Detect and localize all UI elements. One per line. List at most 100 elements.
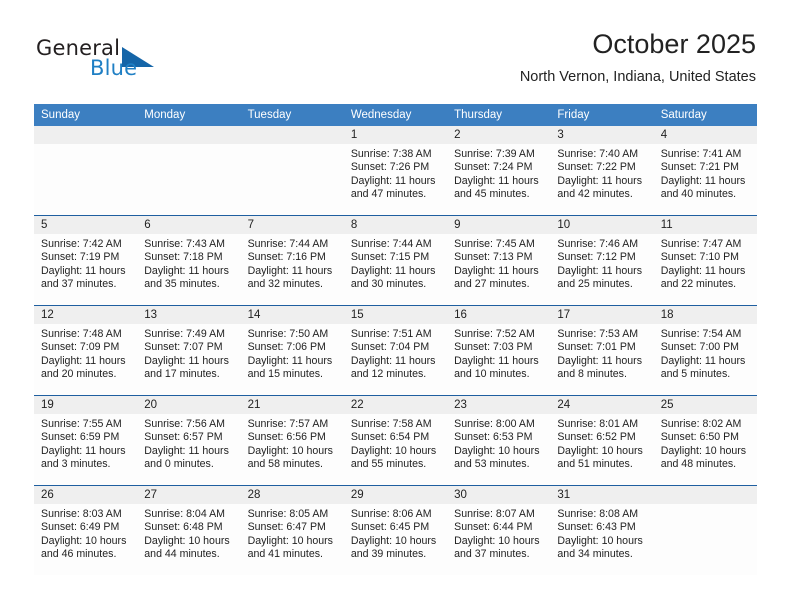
brand-logo[interactable]: General Blue (36, 36, 256, 88)
calendar-day-cell[interactable]: 21 Sunrise: 7:57 AM Sunset: 6:56 PM Dayligh… (240, 395, 344, 486)
calendar-day-cell[interactable]: 13 Sunrise: 7:49 AM Sunset: 7:07 PM Dayligh… (137, 305, 241, 396)
calendar-day-cell[interactable]: 10 Sunrise: 7:46 AM Sunset: 7:12 PM Dayligh… (550, 215, 654, 306)
page-subtitle: North Vernon, Indiana, United States (519, 69, 756, 85)
day-number: 28 (240, 486, 344, 504)
calendar-day-cell[interactable]: 20 Sunrise: 7:56 AM Sunset: 6:57 PM Dayligh… (137, 395, 241, 486)
daylight-duration-line1: Daylight: 10 hours (557, 444, 643, 457)
calendar-day-cell[interactable]: 22 Sunrise: 7:58 AM Sunset: 6:54 PM Dayligh… (343, 395, 448, 486)
day-number: 12 (34, 306, 138, 324)
sunrise-time: Sunrise: 7:38 AM (350, 148, 432, 160)
day-number: 26 (34, 486, 138, 504)
day-sun-info: Sunrise: 8:06 AM Sunset: 6:45 PM Daylight:… (344, 504, 447, 562)
sunrise-time: Sunrise: 7:47 AM (660, 238, 742, 250)
daylight-duration-line1: Daylight: 10 hours (247, 534, 333, 547)
calendar-day-cell[interactable]: 24 Sunrise: 8:01 AM Sunset: 6:52 PM Dayligh… (550, 395, 654, 486)
day-sun-info: Sunrise: 7:54 AM Sunset: 7:00 PM Daylight:… (654, 324, 757, 382)
daylight-duration-line2: and 34 minutes. (557, 548, 633, 561)
weekday-header-friday: Friday (550, 104, 654, 126)
calendar-day-cell[interactable]: 14 Sunrise: 7:50 AM Sunset: 7:06 PM Dayligh… (240, 305, 344, 396)
sunrise-time: Sunrise: 7:41 AM (660, 148, 742, 160)
sunrise-time: Sunrise: 8:06 AM (350, 508, 432, 520)
calendar-day-cell[interactable]: 23 Sunrise: 8:00 AM Sunset: 6:53 PM Dayligh… (447, 395, 551, 486)
calendar-day-cell[interactable]: 9 Sunrise: 7:45 AM Sunset: 7:13 PM Daylight… (447, 215, 551, 306)
calendar-table: Sunday Monday Tuesday Wednesday Thursday… (34, 104, 757, 575)
daylight-duration-line1: Daylight: 11 hours (454, 174, 539, 187)
calendar-day-cell[interactable]: 25 Sunrise: 8:02 AM Sunset: 6:50 PM Dayligh… (653, 395, 757, 486)
sunset-time: Sunset: 6:56 PM (247, 431, 326, 444)
day-cell-content: 9 Sunrise: 7:45 AM Sunset: 7:13 PM Daylight… (447, 216, 551, 305)
calendar-day-cell[interactable]: 5 Sunrise: 7:42 AM Sunset: 7:19 PM Daylight… (34, 215, 138, 306)
calendar-day-cell[interactable]: 15 Sunrise: 7:51 AM Sunset: 7:04 PM Dayligh… (343, 305, 448, 396)
calendar-day-cell[interactable]: 4 Sunrise: 7:41 AM Sunset: 7:21 PM Daylight… (653, 126, 757, 216)
sunset-time: Sunset: 6:53 PM (454, 431, 533, 444)
sunrise-time: Sunrise: 7:53 AM (557, 328, 639, 340)
calendar-day-cell[interactable]: 16 Sunrise: 7:52 AM Sunset: 7:03 PM Dayligh… (447, 305, 551, 396)
weekday-header-thursday: Thursday (447, 104, 551, 126)
day-sun-info: Sunrise: 7:58 AM Sunset: 6:54 PM Daylight:… (344, 414, 447, 472)
sunrise-time: Sunrise: 7:43 AM (144, 238, 225, 250)
calendar-day-cell[interactable]: 31 Sunrise: 8:08 AM Sunset: 6:43 PM Dayligh… (550, 485, 654, 575)
daylight-duration-line2: and 8 minutes. (557, 368, 627, 381)
day-sun-info: Sunrise: 7:53 AM Sunset: 7:01 PM Daylight:… (550, 324, 653, 382)
calendar-day-cell-empty (240, 126, 344, 216)
day-number: 6 (137, 216, 241, 234)
calendar-day-cell[interactable]: 30 Sunrise: 8:07 AM Sunset: 6:44 PM Dayligh… (447, 485, 551, 575)
daylight-duration-line2: and 27 minutes. (454, 278, 530, 291)
sunrise-time: Sunrise: 7:57 AM (247, 418, 329, 430)
day-number: 17 (550, 306, 654, 324)
calendar-day-cell[interactable]: 6 Sunrise: 7:43 AM Sunset: 7:18 PM Daylight… (137, 215, 241, 306)
day-cell-content: 29 Sunrise: 8:06 AM Sunset: 6:45 PM Dayligh… (343, 486, 448, 575)
calendar-day-cell[interactable]: 7 Sunrise: 7:44 AM Sunset: 7:16 PM Daylight… (240, 215, 344, 306)
daylight-duration-line2: and 45 minutes. (454, 188, 530, 201)
daylight-duration-line1: Daylight: 11 hours (660, 174, 746, 187)
daylight-duration-line1: Daylight: 11 hours (350, 174, 436, 187)
daylight-duration-line2: and 25 minutes. (557, 278, 633, 291)
calendar-day-cell[interactable]: 8 Sunrise: 7:44 AM Sunset: 7:15 PM Daylight… (343, 215, 448, 306)
sunset-time: Sunset: 7:03 PM (454, 341, 533, 354)
calendar-day-cell[interactable]: 12 Sunrise: 7:48 AM Sunset: 7:09 PM Dayligh… (34, 305, 138, 396)
calendar-day-cell[interactable]: 18 Sunrise: 7:54 AM Sunset: 7:00 PM Dayligh… (653, 305, 757, 396)
sunset-time: Sunset: 6:59 PM (41, 431, 120, 444)
calendar-day-cell[interactable]: 26 Sunrise: 8:03 AM Sunset: 6:49 PM Dayligh… (34, 485, 138, 575)
day-number: 25 (653, 396, 757, 414)
day-cell-content: 5 Sunrise: 7:42 AM Sunset: 7:19 PM Daylight… (34, 216, 138, 305)
sunset-time: Sunset: 6:47 PM (247, 521, 326, 534)
calendar-day-cell[interactable]: 19 Sunrise: 7:55 AM Sunset: 6:59 PM Dayligh… (34, 395, 138, 486)
day-cell-content: 21 Sunrise: 7:57 AM Sunset: 6:56 PM Dayligh… (240, 396, 344, 485)
day-number: 23 (447, 396, 551, 414)
day-cell-content: 6 Sunrise: 7:43 AM Sunset: 7:18 PM Daylight… (137, 216, 241, 305)
calendar-day-cell[interactable]: 3 Sunrise: 7:40 AM Sunset: 7:22 PM Daylight… (550, 126, 654, 216)
sunrise-time: Sunrise: 7:44 AM (247, 238, 329, 250)
calendar-day-cell[interactable]: 27 Sunrise: 8:04 AM Sunset: 6:48 PM Dayligh… (137, 485, 241, 575)
calendar-day-cell[interactable]: 2 Sunrise: 7:39 AM Sunset: 7:24 PM Daylight… (447, 126, 551, 216)
day-cell-content: 22 Sunrise: 7:58 AM Sunset: 6:54 PM Dayligh… (343, 396, 448, 485)
day-cell-content (34, 126, 138, 215)
calendar-day-cell[interactable]: 29 Sunrise: 8:06 AM Sunset: 6:45 PM Dayligh… (343, 485, 448, 575)
sunrise-time: Sunrise: 8:02 AM (660, 418, 742, 430)
calendar-day-cell[interactable]: 17 Sunrise: 7:53 AM Sunset: 7:01 PM Dayligh… (550, 305, 654, 396)
sunrise-time: Sunrise: 8:03 AM (41, 508, 122, 520)
daylight-duration-line2: and 5 minutes. (660, 368, 731, 381)
sunset-time: Sunset: 7:10 PM (660, 251, 740, 264)
day-number: 4 (653, 126, 757, 144)
day-cell-content: 16 Sunrise: 7:52 AM Sunset: 7:03 PM Dayligh… (447, 306, 551, 395)
daylight-duration-line1: Daylight: 11 hours (557, 264, 643, 277)
daylight-duration-line1: Daylight: 11 hours (454, 264, 539, 277)
calendar-day-cell[interactable]: 28 Sunrise: 8:05 AM Sunset: 6:47 PM Dayligh… (240, 485, 344, 575)
calendar-day-cell[interactable]: 1 Sunrise: 7:38 AM Sunset: 7:26 PM Daylight… (343, 126, 448, 216)
daylight-duration-line2: and 37 minutes. (454, 548, 530, 561)
sunrise-time: Sunrise: 7:39 AM (454, 148, 535, 160)
daylight-duration-line1: Daylight: 11 hours (557, 354, 643, 367)
calendar-day-cell-empty (34, 126, 138, 216)
day-number: 15 (343, 306, 448, 324)
day-sun-info: Sunrise: 7:49 AM Sunset: 7:07 PM Daylight:… (137, 324, 240, 382)
day-number (34, 126, 138, 144)
day-sun-info: Sunrise: 7:51 AM Sunset: 7:04 PM Daylight:… (344, 324, 447, 382)
day-sun-info: Sunrise: 7:44 AM Sunset: 7:16 PM Daylight:… (241, 234, 344, 292)
calendar-day-cell[interactable]: 11 Sunrise: 7:47 AM Sunset: 7:10 PM Dayligh… (653, 215, 757, 306)
day-sun-info: Sunrise: 7:42 AM Sunset: 7:19 PM Daylight:… (34, 234, 137, 292)
daylight-duration-line2: and 3 minutes. (41, 458, 111, 471)
daylight-duration-line2: and 44 minutes. (144, 548, 220, 561)
sunset-time: Sunset: 6:44 PM (454, 521, 533, 534)
sunrise-time: Sunrise: 7:51 AM (350, 328, 432, 340)
